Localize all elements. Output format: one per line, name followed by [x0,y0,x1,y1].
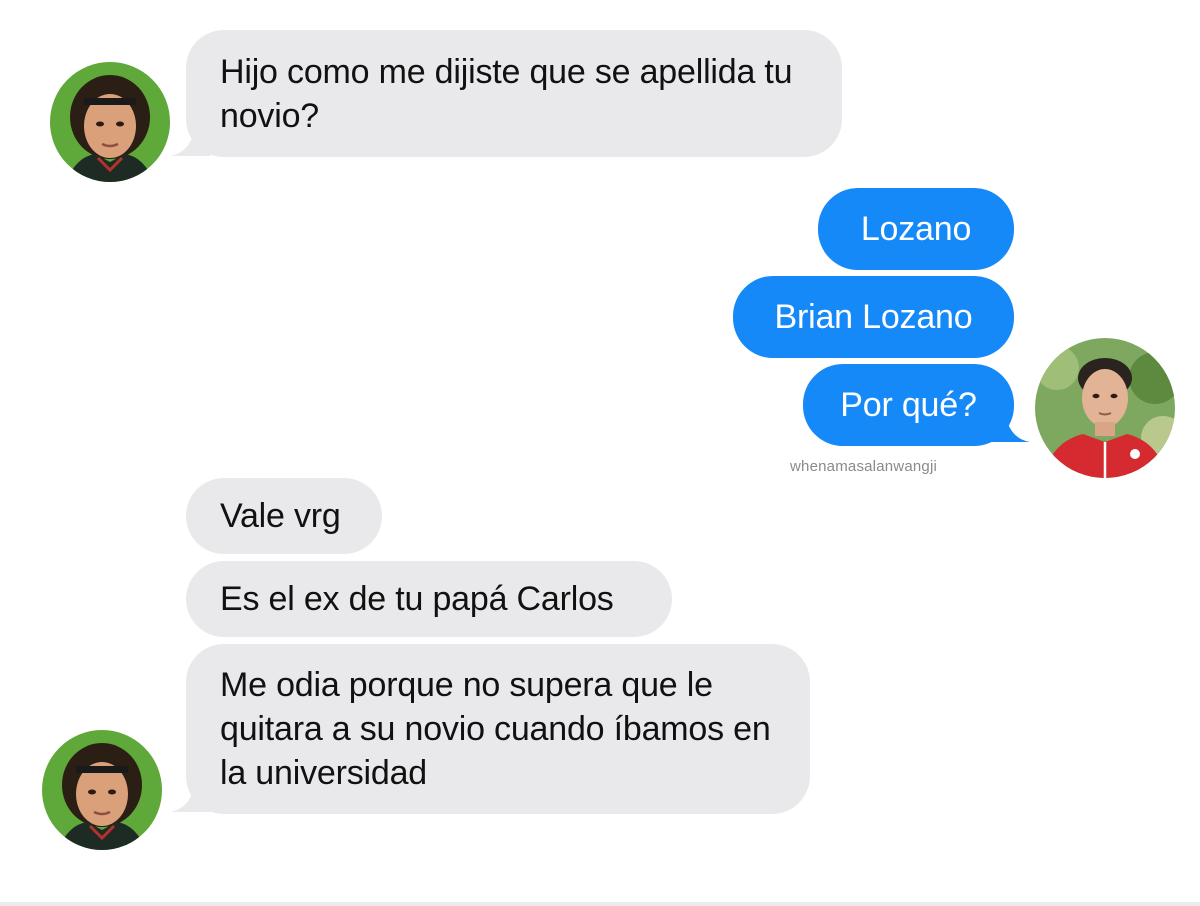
watermark-text: whenamasalanwangji [790,458,938,475]
goalkeeper-portrait-icon [42,730,162,850]
incoming-message-bubble[interactable]: Es el ex de tu papá Carlos [186,561,672,637]
message-text: Vale vrg [220,497,341,535]
contact-avatar-bottom[interactable] [42,730,162,850]
bottom-divider [0,902,1200,906]
message-text: Brian Lozano [774,298,973,336]
incoming-message-bubble[interactable]: Me odia porque no supera que le quitara … [186,644,810,814]
goalkeeper-portrait-icon [50,62,170,182]
message-text: Hijo como me dijiste que se apellida tu … [220,52,793,135]
outgoing-message-bubble[interactable]: Lozano [818,188,1014,270]
outgoing-message-bubble[interactable]: Por qué? [803,364,1014,446]
incoming-message-bubble[interactable]: Vale vrg [186,478,382,554]
message-text: Lozano [860,210,972,248]
incoming-message-bubble[interactable]: Hijo como me dijiste que se apellida tu … [186,30,842,157]
message-text: Me odia porque no supera que le quitara … [220,666,771,792]
contact-avatar-top[interactable] [50,62,170,182]
message-text: Por qué? [840,386,977,424]
own-avatar[interactable] [1035,338,1175,478]
outgoing-message-bubble[interactable]: Brian Lozano [733,276,1014,358]
message-text: Es el ex de tu papá Carlos [220,580,614,618]
young-man-red-jersey-icon [1035,338,1175,478]
